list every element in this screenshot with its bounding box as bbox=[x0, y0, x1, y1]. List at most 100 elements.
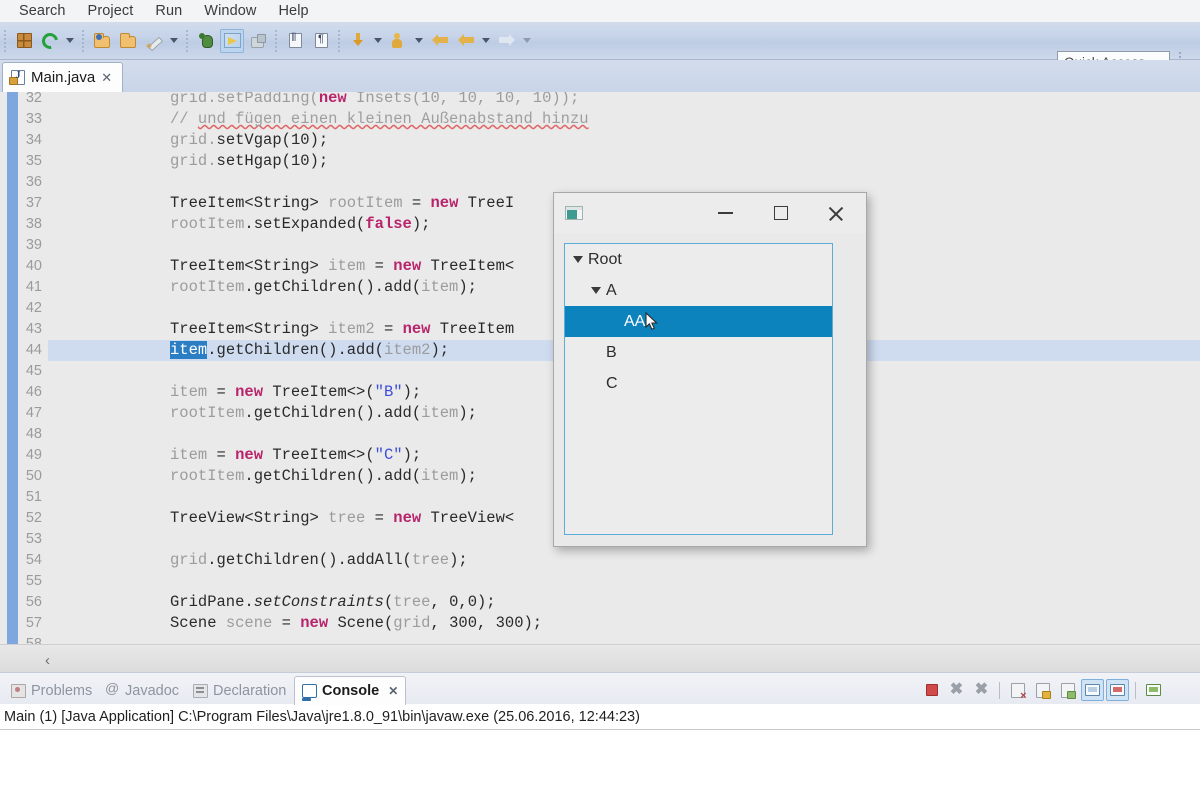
clean-button[interactable] bbox=[142, 29, 166, 53]
java-file-icon bbox=[11, 70, 25, 85]
tree-item-a[interactable]: A bbox=[565, 275, 832, 306]
code-token: ( bbox=[384, 593, 393, 611]
code-line[interactable]: Scene scene = new Scene(grid, 300, 300); bbox=[170, 613, 542, 634]
minimize-button[interactable] bbox=[702, 193, 748, 233]
tab-problems-label: Problems bbox=[31, 683, 92, 699]
clear-console-icon bbox=[1011, 683, 1025, 698]
code-line[interactable]: item = new TreeItem<>("C"); bbox=[170, 445, 421, 466]
code-token: "B" bbox=[375, 383, 403, 401]
code-line[interactable]: item = new TreeItem<>("B"); bbox=[170, 382, 421, 403]
chevron-down-icon[interactable] bbox=[573, 256, 583, 263]
arrow-left-icon bbox=[458, 34, 474, 47]
code-line[interactable]: grid.getChildren().addAll(tree); bbox=[170, 550, 468, 571]
tab-problems[interactable]: Problems bbox=[4, 676, 99, 705]
code-token: rootItem bbox=[328, 194, 402, 212]
pilcrow-button[interactable] bbox=[309, 29, 333, 53]
menu-item-project[interactable]: Project bbox=[77, 0, 145, 22]
remove-icon: ✖ bbox=[950, 682, 963, 698]
clear-console-button[interactable] bbox=[1006, 679, 1029, 701]
code-line[interactable]: // und fügen einen kleinen Außenabstand … bbox=[170, 109, 589, 130]
open-console-button[interactable] bbox=[1142, 679, 1165, 701]
editor-tab-main-java[interactable]: Main.java ✕ bbox=[2, 62, 123, 92]
external-tools-button[interactable] bbox=[283, 29, 307, 53]
code-line[interactable]: grid.setPadding(new Insets(10, 10, 10, 1… bbox=[170, 92, 579, 109]
code-token: , 300, 300); bbox=[430, 614, 542, 632]
tab-console[interactable]: Console ✕ bbox=[294, 676, 406, 705]
code-line[interactable]: item.getChildren().add(item2); bbox=[170, 340, 449, 361]
menu-item-search[interactable]: Search bbox=[8, 0, 77, 22]
back-button[interactable] bbox=[428, 29, 452, 53]
run-button[interactable] bbox=[220, 29, 244, 53]
menu-item-help[interactable]: Help bbox=[267, 0, 319, 22]
maximize-button[interactable] bbox=[758, 193, 804, 233]
arrow-left-icon bbox=[432, 34, 448, 47]
tree-view[interactable]: RootAAABC bbox=[564, 243, 833, 535]
code-line[interactable]: rootItem.setExpanded(false); bbox=[170, 214, 430, 235]
download-dropdown-button[interactable] bbox=[371, 29, 384, 53]
javafx-application-window[interactable]: RootAAABC bbox=[553, 192, 867, 547]
code-line[interactable]: TreeItem<String> item2 = new TreeItem bbox=[170, 319, 514, 340]
code-line[interactable]: TreeItem<String> item = new TreeItem< bbox=[170, 256, 514, 277]
code-line[interactable]: grid.setHgap(10); bbox=[170, 151, 328, 172]
code-line[interactable]: rootItem.getChildren().add(item); bbox=[170, 403, 477, 424]
line-number-gutter: 3233343536373839404142434445464748495051… bbox=[0, 92, 48, 644]
scroll-left-icon[interactable]: ‹ bbox=[45, 652, 50, 669]
close-button[interactable] bbox=[812, 193, 858, 233]
code-token: Insets(10, 10, 10, 10)); bbox=[347, 92, 580, 107]
tree-item-root[interactable]: Root bbox=[565, 244, 832, 275]
back-alt-button[interactable] bbox=[454, 29, 478, 53]
display-selected-console-button[interactable] bbox=[1106, 679, 1129, 701]
terminate-button[interactable] bbox=[920, 679, 943, 701]
code-line[interactable]: grid.setVgap(10); bbox=[170, 130, 328, 151]
code-token: .getChildren().add( bbox=[207, 341, 384, 359]
code-token: rootItem bbox=[170, 215, 244, 233]
code-line[interactable]: TreeItem<String> rootItem = new TreeI bbox=[170, 193, 514, 214]
paragraph-icon bbox=[315, 33, 328, 48]
close-icon[interactable]: ✕ bbox=[388, 684, 398, 698]
tree-item-b[interactable]: B bbox=[565, 337, 832, 368]
new-dropdown-button[interactable] bbox=[63, 29, 76, 53]
code-line[interactable]: GridPane.setConstraints(tree, 0,0); bbox=[170, 592, 496, 613]
editor-horizontal-scrollbar[interactable]: ‹ bbox=[0, 644, 1200, 672]
scroll-lock-button[interactable] bbox=[1031, 679, 1054, 701]
code-line[interactable]: rootItem.getChildren().add(item); bbox=[170, 466, 477, 487]
person-dropdown-button[interactable] bbox=[412, 29, 425, 53]
line-number: 33 bbox=[26, 109, 42, 130]
remove-all-launches-button[interactable]: ✖ bbox=[970, 679, 993, 701]
close-icon[interactable]: ✕ bbox=[101, 70, 112, 86]
new-wizard-button[interactable] bbox=[12, 29, 36, 53]
line-number: 41 bbox=[26, 277, 42, 298]
code-token: .getChildren().addAll( bbox=[207, 551, 412, 569]
javafx-title-bar[interactable] bbox=[554, 193, 866, 233]
open-folder-button[interactable] bbox=[116, 29, 140, 53]
forward-dropdown-button[interactable] bbox=[520, 29, 533, 53]
tab-javadoc[interactable]: Javadoc bbox=[98, 676, 186, 705]
back-dropdown-button[interactable] bbox=[479, 29, 492, 53]
remove-launch-button[interactable]: ✖ bbox=[945, 679, 968, 701]
chevron-down-icon[interactable] bbox=[591, 287, 601, 294]
tab-declaration[interactable]: Declaration bbox=[186, 676, 293, 705]
pin-console-button[interactable] bbox=[1081, 679, 1104, 701]
menu-item-window[interactable]: Window bbox=[193, 0, 267, 22]
open-project-button[interactable] bbox=[90, 29, 114, 53]
tab-javadoc-label: Javadoc bbox=[125, 683, 179, 699]
chevron-down-icon bbox=[482, 38, 490, 43]
clean-dropdown-button[interactable] bbox=[167, 29, 180, 53]
code-token: item bbox=[421, 278, 458, 296]
download-source-button[interactable] bbox=[346, 29, 370, 53]
code-token: grid.setPadding( bbox=[170, 92, 319, 107]
refresh-button[interactable] bbox=[38, 29, 62, 53]
code-token: item bbox=[170, 383, 207, 401]
debug-button[interactable] bbox=[194, 29, 218, 53]
tree-item-aa[interactable]: AA bbox=[565, 306, 832, 337]
person-button[interactable] bbox=[387, 29, 411, 53]
code-line[interactable]: TreeView<String> tree = new TreeView< bbox=[170, 508, 514, 529]
code-line[interactable]: rootItem.getChildren().add(item); bbox=[170, 277, 477, 298]
tree-item-c[interactable]: C bbox=[565, 368, 832, 399]
brush-icon bbox=[146, 33, 162, 49]
coverage-button[interactable] bbox=[246, 29, 270, 53]
menu-item-run[interactable]: Run bbox=[144, 0, 193, 22]
editor-tab-strip: Main.java ✕ bbox=[0, 60, 1200, 92]
word-wrap-button[interactable] bbox=[1056, 679, 1079, 701]
forward-button[interactable] bbox=[495, 29, 519, 53]
